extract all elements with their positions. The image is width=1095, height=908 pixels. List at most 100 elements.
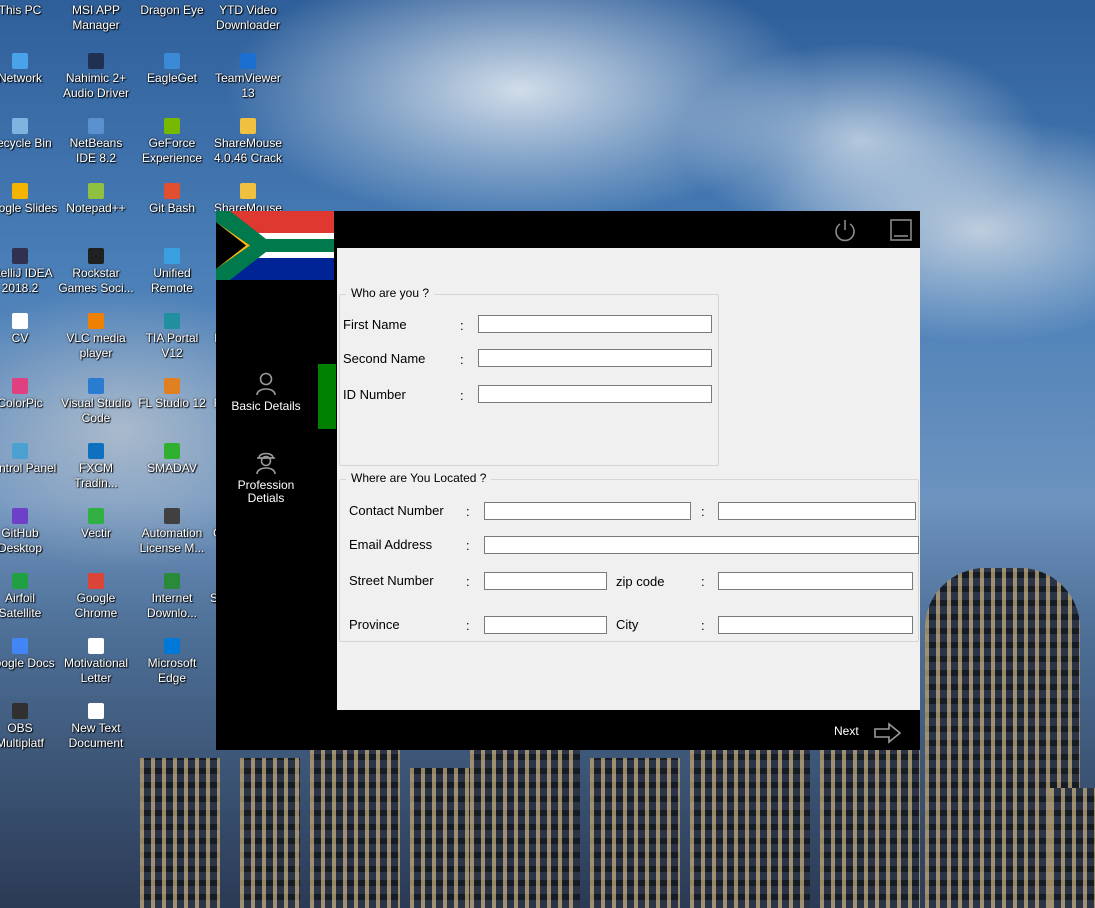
desktop-icon[interactable]: Google Slides xyxy=(0,183,58,216)
worker-icon xyxy=(256,452,276,475)
desktop-icon[interactable]: EagleGet xyxy=(134,53,210,86)
app-icon xyxy=(12,638,28,654)
nav-basic-details-label: Basic Details xyxy=(231,399,301,413)
power-icon[interactable] xyxy=(833,218,857,242)
desktop-icon-label: SMADAV xyxy=(147,461,197,475)
desktop-icon[interactable]: GitHub Desktop xyxy=(0,508,58,556)
colon: : xyxy=(460,352,464,367)
desktop-icon[interactable]: Vectir xyxy=(58,508,134,541)
colon: : xyxy=(701,504,705,519)
desktop-icon[interactable]: GeForce Experience xyxy=(134,118,210,166)
desktop-icon[interactable]: Internet Downlo... xyxy=(134,573,210,621)
desktop-icon[interactable]: VLC media player xyxy=(58,313,134,361)
app-icon xyxy=(12,703,28,719)
desktop-icon-label: TIA Portal V12 xyxy=(145,331,199,360)
app-icon xyxy=(12,248,28,264)
desktop-icon-label: YTD Video Downloader xyxy=(215,3,281,32)
id-number-label: ID Number xyxy=(343,387,406,402)
colon: : xyxy=(466,538,470,553)
second-name-field[interactable] xyxy=(478,349,712,367)
desktop-icon[interactable]: Google Chrome xyxy=(58,573,134,621)
desktop-icon[interactable]: FL Studio 12 xyxy=(134,378,210,411)
desktop-icon[interactable]: Control Panel xyxy=(0,443,58,476)
desktop-icon-label: FXCM Tradin... xyxy=(74,461,118,490)
app-icon xyxy=(164,183,180,199)
zip-code-field[interactable] xyxy=(718,572,913,590)
desktop-icon[interactable]: Nahimic 2+ Audio Driver xyxy=(58,53,134,101)
first-name-field[interactable] xyxy=(478,315,712,333)
desktop-icon[interactable]: Google Docs xyxy=(0,638,58,671)
colon: : xyxy=(701,574,705,589)
desktop-icon-label: Airfoil Satellite xyxy=(0,591,42,620)
desktop-icon-label: Control Panel xyxy=(0,461,57,475)
city-field[interactable] xyxy=(718,616,913,634)
desktop-icon[interactable]: Rockstar Games Soci... xyxy=(58,248,134,296)
desktop-icon[interactable]: ShareMouse 4.0.46 Crack xyxy=(210,118,286,166)
desktop-icon[interactable]: FXCM Tradin... xyxy=(58,443,134,491)
desktop-icon[interactable]: Unified Remote xyxy=(134,248,210,296)
desktop-icon-label: Rockstar Games Soci... xyxy=(58,266,134,295)
desktop-icon-label: NetBeans IDE 8.2 xyxy=(69,136,123,165)
desktop-icon[interactable]: SMADAV xyxy=(134,443,210,476)
zip-code-label: zip code xyxy=(616,574,665,589)
desktop-icon[interactable]: Git Bash xyxy=(134,183,210,216)
desktop-icon-label: VLC media player xyxy=(66,331,126,360)
alt-contact-number-field[interactable] xyxy=(718,502,916,520)
next-button-label[interactable]: Next xyxy=(834,724,859,738)
desktop-icon[interactable]: YTD Video Downloader xyxy=(210,3,286,33)
desktop-icon[interactable]: This PC xyxy=(0,3,58,18)
desktop-icon[interactable]: New Text Document xyxy=(58,703,134,751)
nav-profession-details[interactable]: Profession Detials xyxy=(216,449,316,505)
desktop-icon[interactable]: IntelliJ IDEA 2018.2 xyxy=(0,248,58,296)
desktop-icon[interactable]: TeamViewer 13 xyxy=(210,53,286,101)
desktop-icon[interactable]: ColorPic xyxy=(0,378,58,411)
app-icon xyxy=(88,248,104,264)
desktop-icon[interactable]: Microsoft Edge xyxy=(134,638,210,686)
desktop-icon-label: Notepad++ xyxy=(66,201,126,215)
app-icon xyxy=(88,443,104,459)
desktop-icon-label: Visual Studio Code xyxy=(61,396,131,425)
desktop-icon-label: This PC xyxy=(0,3,42,17)
desktop-icon[interactable]: Network xyxy=(0,53,58,86)
desktop-icon[interactable]: CV xyxy=(0,313,58,346)
app-icon xyxy=(12,508,28,524)
minimize-icon[interactable] xyxy=(889,218,913,242)
desktop-icon[interactable]: MSI APP Manager xyxy=(58,3,134,33)
desktop-icon-label: Unified Remote xyxy=(150,266,194,295)
nav-basic-details[interactable]: Basic Details xyxy=(216,372,316,413)
desktop-icon[interactable]: TIA Portal V12 xyxy=(134,313,210,361)
desktop-icon[interactable]: Automation License M... xyxy=(134,508,210,556)
street-number-field[interactable] xyxy=(484,572,607,590)
app-icon xyxy=(88,118,104,134)
desktop-icon[interactable]: NetBeans IDE 8.2 xyxy=(58,118,134,166)
arrow-right-icon[interactable] xyxy=(874,722,902,744)
email-field[interactable] xyxy=(484,536,919,554)
desktop-icon-label: CV xyxy=(11,331,29,345)
desktop-icon[interactable]: Airfoil Satellite xyxy=(0,573,58,621)
first-name-label: First Name xyxy=(343,317,407,332)
desktop-icon-label: Nahimic 2+ Audio Driver xyxy=(62,71,130,100)
desktop-icon-label: EagleGet xyxy=(146,71,198,85)
province-field[interactable] xyxy=(484,616,607,634)
province-label: Province xyxy=(349,617,400,632)
desktop-icon-label: Motivational Letter xyxy=(63,656,129,685)
desktop-icon[interactable]: Visual Studio Code xyxy=(58,378,134,426)
app-icon xyxy=(12,443,28,459)
app-icon xyxy=(12,313,28,329)
desktop-icon-label: Dragon Eye xyxy=(140,3,204,17)
location-legend: Where are You Located ? xyxy=(346,471,492,485)
desktop-icon[interactable]: Recycle Bin xyxy=(0,118,58,151)
desktop-icon[interactable]: OBS Multiplatf xyxy=(0,703,58,751)
desktop-icon[interactable]: Dragon Eye xyxy=(134,3,210,18)
contact-number-label: Contact Number xyxy=(349,503,444,518)
contact-number-field[interactable] xyxy=(484,502,691,520)
desktop-icon[interactable]: Motivational Letter xyxy=(58,638,134,686)
email-address-label: Email Address xyxy=(349,537,433,552)
desktop-icon-label: GeForce Experience xyxy=(141,136,203,165)
id-number-field[interactable] xyxy=(478,385,712,403)
desktop-icon-label: Microsoft Edge xyxy=(147,656,197,685)
desktop-icon-label: Vectir xyxy=(80,526,111,540)
app-icon xyxy=(88,313,104,329)
registration-window: Basic Details Profession Detials Who are… xyxy=(216,211,920,750)
desktop-icon[interactable]: Notepad++ xyxy=(58,183,134,216)
